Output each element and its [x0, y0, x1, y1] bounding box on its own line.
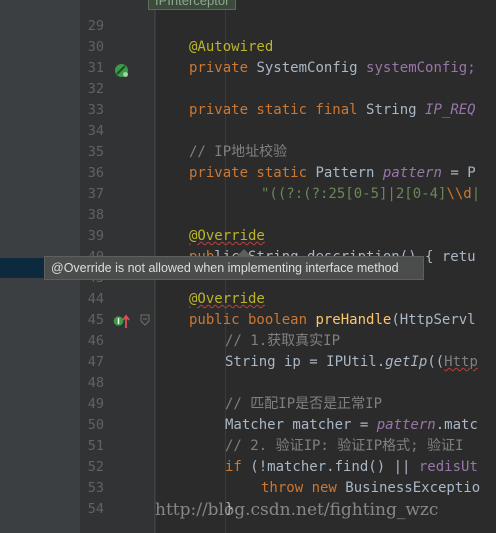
code-line: // 匹配IP是否是正常IP — [225, 396, 383, 412]
class-name-tooltip: IPInterceptor — [148, 0, 237, 10]
line-number: 51 — [87, 438, 104, 454]
error-tooltip: @Override is not allowed when implementi… — [44, 256, 424, 280]
line-number: 50 — [87, 417, 104, 433]
code-line: private static Pattern pattern = P — [189, 165, 476, 181]
line-number: 52 — [87, 459, 104, 475]
line-number: 36 — [87, 165, 104, 181]
line-number: 29 — [87, 18, 104, 34]
code-line: @Override — [189, 228, 265, 244]
line-number: 30 — [87, 39, 104, 55]
code-line: if (!matcher.find() || redisUt — [225, 459, 478, 475]
line-number: 35 — [87, 144, 104, 160]
line-number: 34 — [87, 123, 104, 139]
line-number: 45 — [87, 312, 104, 328]
code-line: "((?:(?:25[0-5]|2[0-4]\\d| — [261, 186, 481, 202]
code-line: throw new BusinessExceptio — [261, 480, 481, 496]
line-number: 38 — [87, 207, 104, 223]
spring-bean-icon[interactable] — [114, 63, 129, 78]
line-number: 47 — [87, 354, 104, 370]
line-number: 49 — [87, 396, 104, 412]
code-line: // 2. 验证IP: 验证IP格式; 验证I — [225, 438, 464, 454]
line-number: 54 — [87, 501, 104, 517]
code-line: @Autowired — [189, 39, 274, 55]
override-up-arrow-icon[interactable] — [113, 312, 133, 330]
line-number: 46 — [87, 333, 104, 349]
code-line: // 1.获取真实IP — [225, 333, 341, 349]
line-number: 48 — [87, 375, 104, 391]
code-line: private static final String IP_REQ — [189, 102, 476, 118]
code-line: // IP地址校验 — [189, 144, 288, 160]
line-number: 39 — [87, 228, 104, 244]
code-line: Matcher matcher = pattern.matc — [225, 417, 478, 433]
code-line: private SystemConfig systemConfig; — [189, 60, 476, 76]
watermark: http://blog.csdn.net/fighting_wzc — [155, 500, 439, 520]
fold-icon[interactable] — [140, 314, 150, 326]
line-number: 53 — [87, 480, 104, 496]
line-number: 31 — [87, 60, 104, 76]
line-number: 44 — [87, 291, 104, 307]
line-number: 33 — [87, 102, 104, 118]
code-line: @Override — [189, 291, 265, 307]
line-number: 37 — [87, 186, 104, 202]
code-line: public boolean preHandle(HttpServl — [189, 312, 476, 328]
code-line: String ip = IPUtil.getIp((Http — [225, 354, 478, 370]
line-number: 32 — [87, 81, 104, 97]
